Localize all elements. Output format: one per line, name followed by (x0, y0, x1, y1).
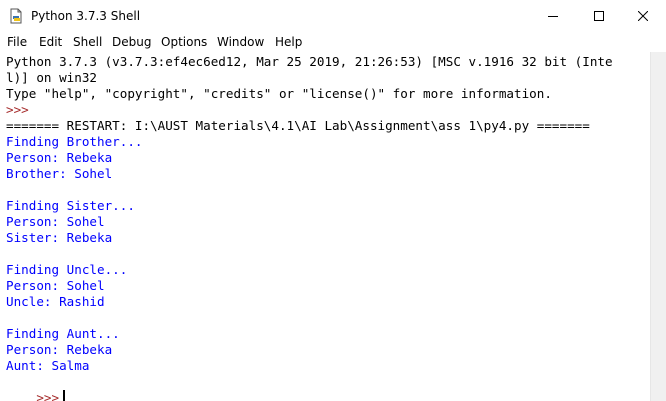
output-line: Person: Rebeka (6, 150, 113, 165)
menu-help[interactable]: Help (275, 34, 302, 50)
text-cursor (63, 390, 66, 401)
menu-file[interactable]: File (7, 34, 27, 50)
window-title: Python 3.7.3 Shell (31, 9, 141, 23)
output-line: Brother: Sohel (6, 166, 113, 181)
maximize-button[interactable] (576, 0, 622, 32)
minimize-button[interactable] (530, 0, 576, 32)
output-line: Finding Sister... (6, 198, 135, 213)
active-prompt-line[interactable]: >>> (6, 374, 66, 401)
output-line: Finding Brother... (6, 134, 143, 149)
close-icon (638, 11, 648, 21)
menu-debug[interactable]: Debug (112, 34, 151, 50)
banner-line: Python 3.7.3 (v3.7.3:ef4ec6ed12, Mar 25 … (6, 54, 613, 69)
output-line: Uncle: Rashid (6, 294, 105, 309)
restart-line: ======= RESTART: I:\AUST Materials\4.1\A… (6, 118, 590, 133)
output-line: Aunt: Salma (6, 358, 90, 373)
menu-bar: File Edit Shell Debug Options Window Hel… (0, 32, 666, 52)
output-line: Finding Aunt... (6, 326, 120, 341)
menu-shell[interactable]: Shell (73, 34, 102, 50)
output-line: Person: Rebeka (6, 342, 113, 357)
banner-line: Type "help", "copyright", "credits" or "… (6, 86, 552, 101)
menu-edit[interactable]: Edit (39, 34, 62, 50)
output-line: Sister: Rebeka (6, 230, 113, 245)
shell-text-area[interactable]: Python 3.7.3 (v3.7.3:ef4ec6ed12, Mar 25 … (0, 52, 650, 401)
menu-options[interactable]: Options (161, 34, 207, 50)
output-line: Person: Sohel (6, 214, 105, 229)
vertical-scrollbar[interactable] (650, 52, 666, 401)
title-bar[interactable]: Python 3.7.3 Shell (0, 0, 666, 32)
shell-prompt: >>> (6, 102, 29, 117)
menu-window[interactable]: Window (217, 34, 264, 50)
output-line: Person: Sohel (6, 278, 105, 293)
close-button[interactable] (620, 0, 666, 32)
python-file-icon (8, 8, 24, 24)
shell-prompt: >>> (36, 390, 60, 401)
maximize-icon (594, 11, 604, 21)
minimize-icon (548, 16, 558, 17)
banner-line: l)] on win32 (6, 70, 97, 85)
output-line: Finding Uncle... (6, 262, 128, 277)
